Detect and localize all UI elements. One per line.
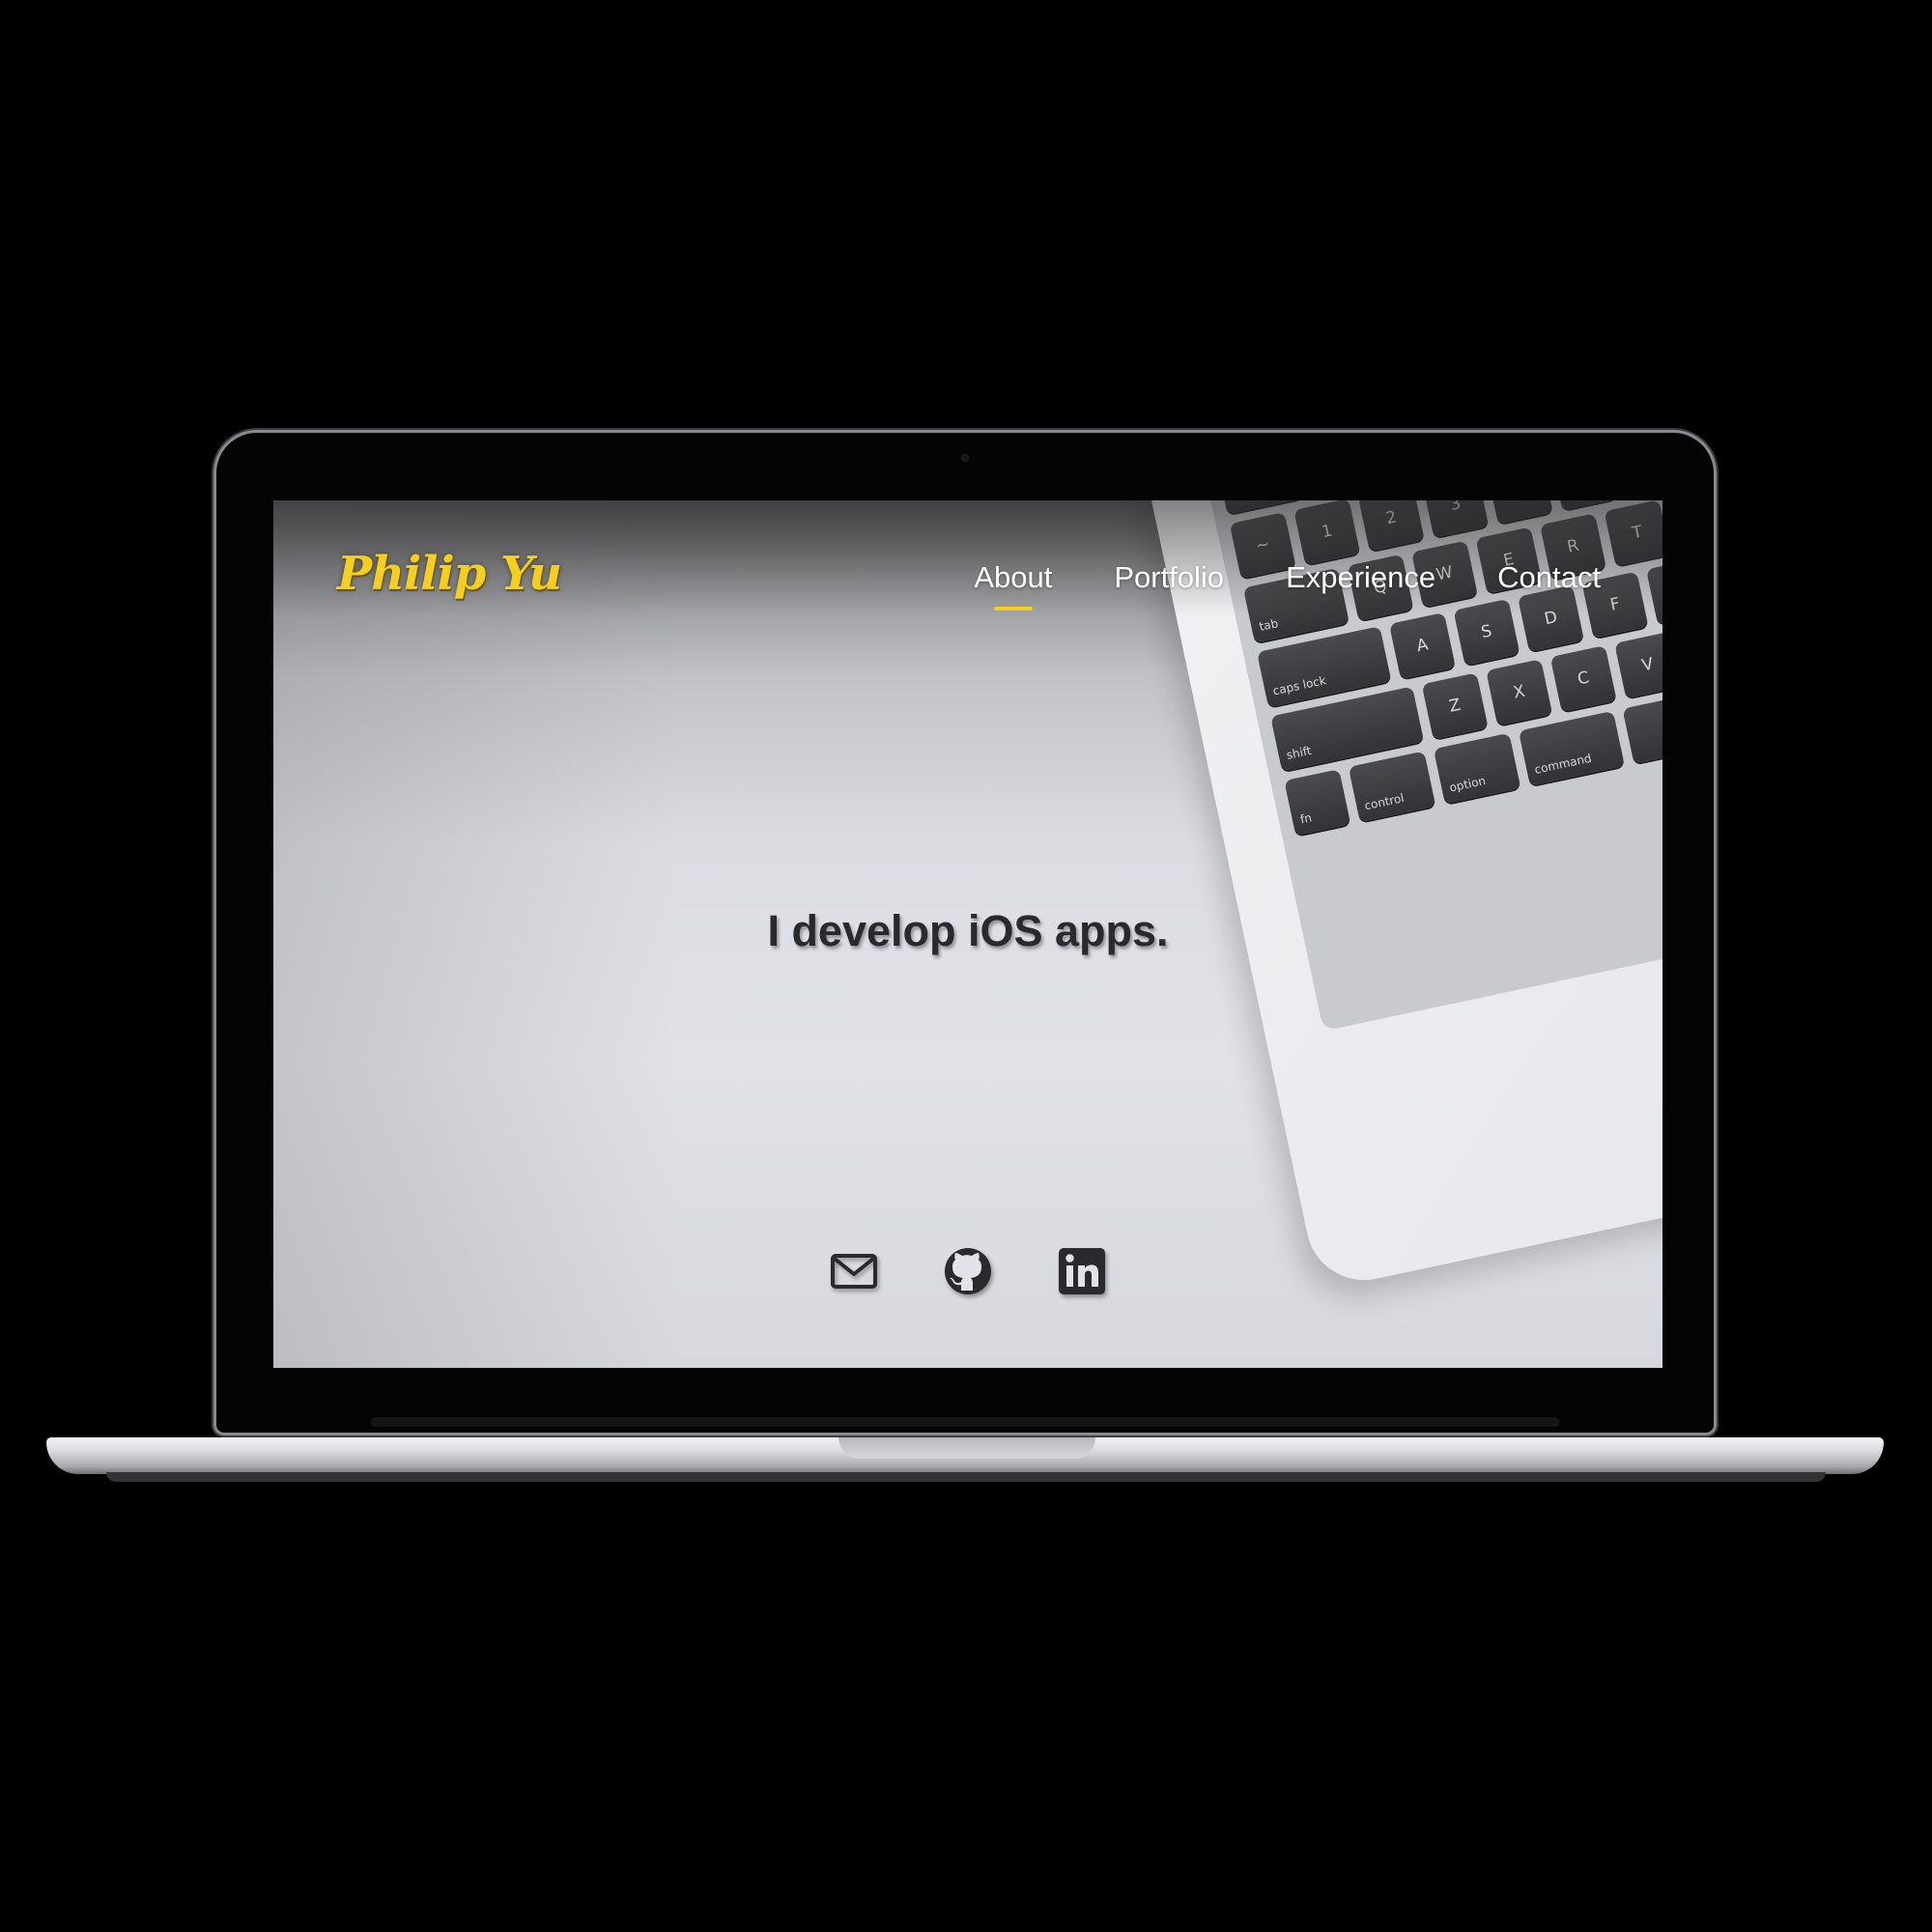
- social-links: [273, 1246, 1662, 1296]
- website-screen: esc F1 F2 F3 F4 F5 ~ 1 2 3 4 5 6 tab Q W…: [273, 500, 1662, 1368]
- key: Z: [1421, 672, 1489, 740]
- key: S: [1453, 598, 1520, 666]
- key: option: [1433, 732, 1521, 805]
- github-link[interactable]: [943, 1246, 993, 1296]
- linkedin-link[interactable]: [1057, 1246, 1107, 1296]
- key: 1: [1293, 500, 1361, 565]
- key: 3: [1422, 500, 1490, 538]
- hero-headline: I develop iOS apps.: [767, 906, 1169, 955]
- nav-contact[interactable]: Contact: [1497, 560, 1601, 595]
- laptop-opening-notch: [838, 1437, 1095, 1459]
- key: 5: [1550, 500, 1618, 511]
- nav-experience[interactable]: Experience: [1286, 560, 1435, 595]
- camera-icon: [961, 454, 969, 462]
- site-logo[interactable]: Philip Yu: [337, 547, 562, 601]
- key: control: [1348, 751, 1436, 822]
- key: 4: [1486, 500, 1553, 525]
- key: G: [1646, 557, 1662, 625]
- key: T: [1604, 500, 1662, 566]
- mail-icon: [831, 1254, 877, 1289]
- key: A: [1389, 612, 1456, 679]
- background-laptop-photo: esc F1 F2 F3 F4 F5 ~ 1 2 3 4 5 6 tab Q W…: [1119, 500, 1662, 1292]
- main-nav: About Portfolio Experience Contact: [974, 560, 1601, 611]
- nav-portfolio[interactable]: Portfolio: [1114, 560, 1224, 595]
- key: fn: [1284, 769, 1351, 836]
- key: command: [1518, 710, 1625, 786]
- laptop-base-underside: [106, 1472, 1826, 1482]
- email-link[interactable]: [829, 1246, 879, 1296]
- key: C: [1549, 645, 1617, 712]
- key: 2: [1357, 500, 1425, 552]
- key: D: [1518, 584, 1584, 652]
- nav-about[interactable]: About: [974, 560, 1052, 611]
- key: V: [1614, 631, 1662, 698]
- github-icon: [945, 1248, 991, 1294]
- key: X: [1486, 659, 1553, 726]
- linkedin-icon: [1059, 1248, 1105, 1294]
